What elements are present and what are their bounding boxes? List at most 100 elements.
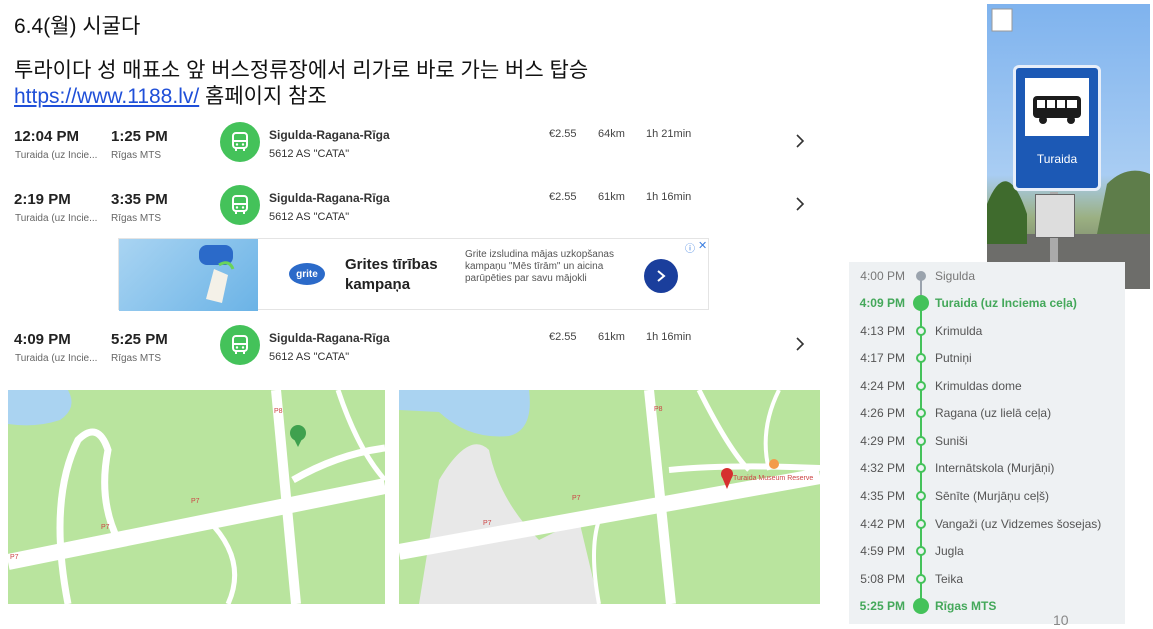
bus-stop-sign: Turaida [1013,65,1101,191]
road-label: P7 [191,498,200,505]
reference-line: https://www.1188.lv/ 홈페이지 참조 [14,80,327,110]
page-number: 10 [1053,612,1069,628]
stop-time: 4:13 PM [860,324,905,338]
stop-name: Teika [935,572,964,586]
trip-duration: 1h 16min [646,331,692,343]
stop-dot [916,353,926,363]
chevron-right-icon[interactable] [792,333,808,355]
map-left[interactable]: P8 P7 P7 P7 [8,390,385,604]
arrival-time: 3:35 PM [111,191,168,208]
stop-time: 4:24 PM [860,379,905,393]
road-label: P7 [10,554,19,561]
page-title: 6.4(월) 시굴다 [14,15,141,38]
stop-dot [916,463,926,473]
stop-name-sign: Turaida [1036,152,1078,166]
stop-item: 4:29 PM Suniši [849,431,1125,453]
route-operator: 5612 AS "CATA" [269,211,350,223]
poi-label: Turaida Museum Reserve [733,475,814,482]
departure-time: 2:19 PM [14,191,71,208]
stop-item: 4:17 PM Putniņi [849,348,1125,370]
stop-item: 4:09 PM Turaida (uz Inciema ceļa) [849,293,1125,315]
stop-name: Krimulda [935,324,983,338]
arrival-stop: Rīgas MTS [111,213,162,224]
fare-price: €2.55 [549,191,577,203]
route-operator: 5612 AS "CATA" [269,148,350,160]
route-name: Sigulda-Ragana-Rīga [269,191,390,205]
chevron-right-icon[interactable] [792,130,808,152]
website-link[interactable]: https://www.1188.lv/ [14,85,199,108]
stop-time: 5:25 PM [859,599,905,613]
ad-info-icon[interactable]: ⓘ [685,240,695,255]
trip-duration: 1h 16min [646,191,692,203]
stop-name: Krimuldas dome [935,379,1022,393]
stop-name: Rīgas MTS [935,599,997,613]
trip-duration: 1h 21min [646,128,692,140]
bus-icon [220,185,260,225]
trip-distance: 64km [598,128,625,140]
stop-dot [916,271,926,281]
road-label: P8 [654,406,663,413]
road-label: P8 [274,408,283,415]
route-name: Sigulda-Ragana-Rīga [269,331,390,345]
stop-item: 5:25 PM Rīgas MTS [849,596,1125,618]
route-operator: 5612 AS "CATA" [269,351,350,363]
timetable-board [1035,194,1075,238]
stop-time: 4:42 PM [860,517,905,531]
stop-item: 4:26 PM Ragana (uz lielā ceļa) [849,403,1125,425]
departure-stop: Turaida (uz Incie... [15,213,98,224]
trip-row[interactable]: 2:19 PM Turaida (uz Incie... 3:35 PM Rīg… [14,185,814,241]
reference-suffix: 홈페이지 참조 [199,85,327,108]
stop-dot [913,295,929,311]
departure-time: 4:09 PM [14,331,71,348]
ad-description: Grite izsludina mājas uzkopšanas kampaņu… [465,249,614,284]
advertisement-banner[interactable]: grite Grites tīrības kampaņa Grite izslu… [118,238,709,311]
stop-dot [916,491,926,501]
arrival-stop: Rīgas MTS [111,150,162,161]
fare-price: €2.55 [549,331,577,343]
ad-arrow-button[interactable] [644,259,678,293]
road-label: P7 [101,524,110,531]
stop-name: Sigulda [935,269,976,283]
fare-price: €2.55 [549,128,577,140]
stop-time: 4:29 PM [860,434,905,448]
stop-name: Suniši [935,434,968,448]
stop-item: 4:24 PM Krimuldas dome [849,376,1125,398]
trip-row[interactable]: 12:04 PM Turaida (uz Incie... 1:25 PM Rī… [14,122,814,178]
stop-item: 4:35 PM Sēnīte (Murjāņu ceļš) [849,486,1125,508]
stop-name: Turaida (uz Inciema ceļa) [935,296,1077,310]
bus-sign-icon [1025,78,1089,136]
stop-name: Vangaži (uz Vidzemes šosejas) [935,517,1102,531]
stop-dot [916,436,926,446]
arrival-stop: Rīgas MTS [111,353,162,364]
stop-time: 4:59 PM [860,544,905,558]
stop-time: 5:08 PM [860,572,905,586]
stop-name: Internātskola (Murjāņi) [935,461,1055,475]
departure-stop: Turaida (uz Incie... [15,150,98,161]
bus-icon [220,122,260,162]
departure-stop: Turaida (uz Incie... [15,353,98,364]
route-name: Sigulda-Ragana-Rīga [269,128,390,142]
stop-name: Ragana (uz lielā ceļa) [935,406,1052,420]
stop-dot [916,326,926,336]
stop-item: 4:32 PM Internātskola (Murjāņi) [849,458,1125,480]
stop-name: Jugla [935,544,964,558]
stop-item: 4:13 PM Krimulda [849,321,1125,343]
road-label: P7 [572,495,581,502]
ad-image [119,239,258,311]
map-right[interactable]: P8 P7 P7 Turaida Museum Reserve [399,390,820,604]
stop-name: Putniņi [935,351,972,365]
bus-stop-photo: Turaida [987,4,1150,289]
stop-time: 4:32 PM [860,461,905,475]
stop-dot [916,519,926,529]
stop-time: 4:17 PM [860,351,905,365]
stop-dot [913,598,929,614]
stop-time: 4:09 PM [859,296,905,310]
stop-item: 4:59 PM Jugla [849,541,1125,563]
trip-row[interactable]: 4:09 PM Turaida (uz Incie... 5:25 PM Rīg… [14,325,814,381]
arrival-time: 1:25 PM [111,128,168,145]
ad-close-icon[interactable]: ✕ [698,239,707,252]
ad-brand-logo: grite [289,263,325,285]
chevron-right-icon[interactable] [792,193,808,215]
stop-name: Sēnīte (Murjāņu ceļš) [935,489,1050,503]
ad-title: Grites tīrības kampaņa [345,256,438,293]
